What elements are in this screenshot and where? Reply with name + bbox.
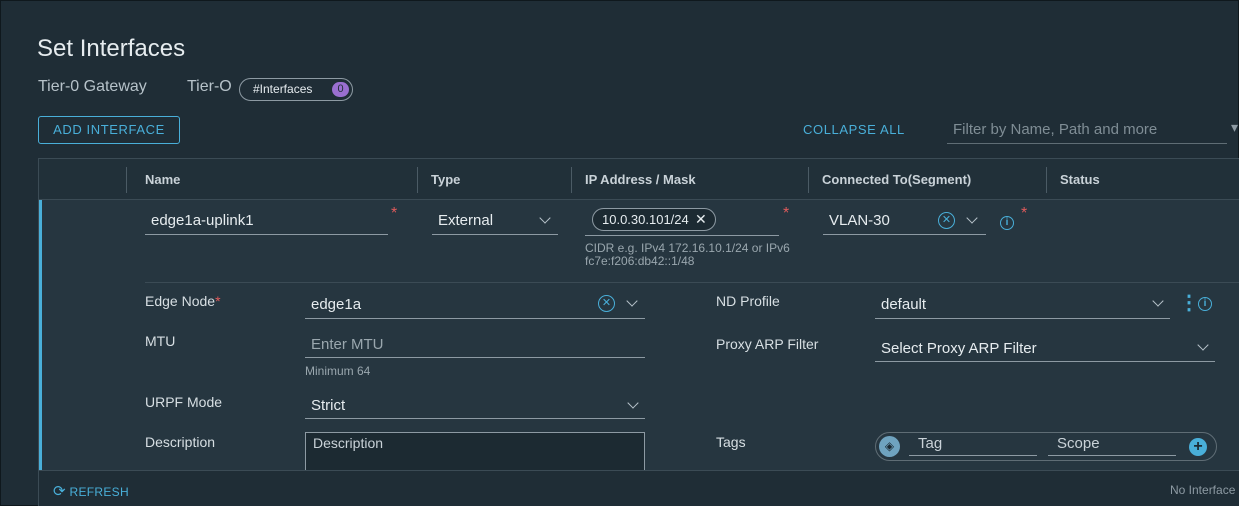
- urpf-mode-label: URPF Mode: [145, 394, 223, 410]
- nd-profile-value: default: [881, 296, 927, 313]
- refresh-label: REFRESH: [69, 485, 129, 499]
- column-separator[interactable]: [417, 167, 418, 193]
- column-header-segment[interactable]: Connected To(Segment): [822, 172, 971, 187]
- set-interfaces-dialog: Set Interfaces Tier-0 Gateway Tier-O #In…: [0, 0, 1239, 506]
- column-separator[interactable]: [1046, 167, 1047, 193]
- grid-footer: ⟳ REFRESH No Interface: [39, 470, 1239, 506]
- column-header-name[interactable]: Name: [145, 172, 180, 187]
- clear-edge-node-icon[interactable]: ✕: [598, 295, 615, 312]
- filter-icon[interactable]: ▾: [1231, 119, 1238, 136]
- add-interface-button[interactable]: ADD INTERFACE: [38, 116, 180, 144]
- gateway-label: Tier-0 Gateway: [38, 78, 147, 95]
- grid-header: Name Type IP Address / Mask Connected To…: [39, 159, 1239, 200]
- type-value: External: [438, 212, 494, 229]
- required-marker: *: [783, 205, 790, 222]
- more-options-icon[interactable]: ⋮: [1179, 290, 1199, 315]
- tags-input-group: ◈ Tag Scope +: [875, 432, 1217, 461]
- column-separator[interactable]: [808, 167, 809, 193]
- tag-icon: ◈: [879, 436, 900, 457]
- tags-label: Tags: [716, 434, 746, 450]
- edge-node-label: Edge Node*: [145, 293, 221, 309]
- proxy-arp-select[interactable]: Select Proxy ARP Filter: [875, 335, 1215, 362]
- column-separator[interactable]: [571, 167, 572, 193]
- description-textarea[interactable]: Description: [305, 432, 645, 470]
- mtu-input[interactable]: Enter MTU: [305, 333, 645, 358]
- refresh-button[interactable]: ⟳ REFRESH: [53, 482, 129, 500]
- tag-input[interactable]: Tag: [909, 435, 1037, 456]
- urpf-mode-select[interactable]: Strict: [305, 393, 645, 419]
- description-label: Description: [145, 434, 216, 450]
- clear-segment-icon[interactable]: ✕: [938, 212, 955, 229]
- interfaces-pill: #Interfaces 0: [239, 78, 353, 101]
- ip-address-tag: 10.0.30.101/24 ✕: [592, 208, 716, 231]
- grid-status-text: No Interface: [1170, 483, 1236, 497]
- urpf-mode-value: Strict: [311, 397, 346, 414]
- add-tag-icon[interactable]: +: [1189, 438, 1207, 456]
- nd-profile-label: ND Profile: [716, 293, 780, 309]
- remove-ip-icon[interactable]: ✕: [695, 211, 707, 228]
- dialog-title: Set Interfaces: [37, 35, 186, 62]
- refresh-icon: ⟳: [53, 483, 66, 500]
- proxy-arp-value: Select Proxy ARP Filter: [881, 340, 1037, 357]
- edge-node-value: edge1a: [311, 296, 362, 313]
- ip-address-tag-label: 10.0.30.101/24: [602, 212, 689, 227]
- interfaces-pill-label: #Interfaces: [253, 82, 313, 96]
- collapse-all-link[interactable]: COLLAPSE ALL: [803, 122, 905, 137]
- nd-profile-select[interactable]: default: [875, 292, 1170, 319]
- proxy-arp-label: Proxy ARP Filter: [716, 336, 819, 352]
- column-header-type[interactable]: Type: [431, 172, 460, 187]
- ip-cidr-hint: CIDR e.g. IPv4 172.16.10.1/24 or IPv6 fc…: [585, 241, 790, 268]
- interfaces-grid: Name Type IP Address / Mask Connected To…: [38, 158, 1239, 506]
- segment-info-icon[interactable]: i: [1000, 216, 1014, 230]
- mtu-hint: Minimum 64: [305, 364, 371, 378]
- row-divider: [145, 282, 1239, 283]
- gateway-value: Tier-O: [187, 78, 232, 95]
- scope-input[interactable]: Scope: [1048, 435, 1176, 456]
- interface-row: edge1a-uplink1 * External 10.0.30.101/24…: [39, 200, 1239, 470]
- segment-select[interactable]: VLAN-30: [823, 209, 986, 235]
- column-header-ip[interactable]: IP Address / Mask: [585, 172, 696, 187]
- segment-value: VLAN-30: [829, 212, 890, 229]
- required-marker: *: [391, 205, 398, 222]
- filter-input[interactable]: Filter by Name, Path and more: [947, 114, 1227, 144]
- type-select[interactable]: External: [432, 209, 558, 235]
- nd-profile-info-icon[interactable]: i: [1198, 297, 1212, 311]
- column-header-status[interactable]: Status: [1060, 172, 1100, 187]
- name-input[interactable]: edge1a-uplink1: [145, 209, 388, 235]
- edge-node-select[interactable]: edge1a: [305, 292, 645, 319]
- edge-node-label-text: Edge Node: [145, 293, 216, 309]
- interfaces-count-badge: 0: [332, 82, 349, 97]
- mtu-label: MTU: [145, 333, 176, 349]
- column-separator[interactable]: [126, 167, 127, 193]
- required-marker: *: [215, 293, 221, 309]
- required-marker: *: [1021, 205, 1028, 222]
